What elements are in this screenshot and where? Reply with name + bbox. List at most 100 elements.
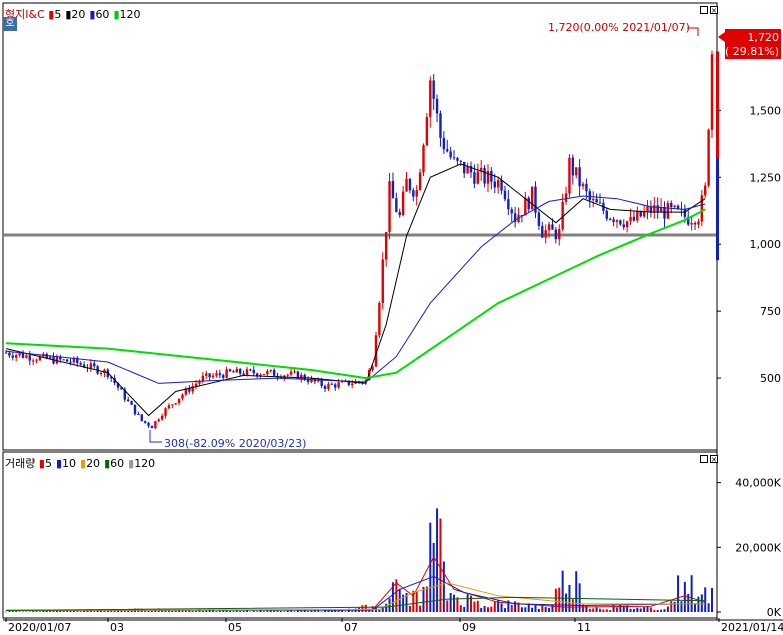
price-candle-body <box>571 157 575 176</box>
volume-bar <box>5 611 7 613</box>
x-tick-label: 07 <box>344 621 358 634</box>
volume-bar <box>578 583 581 612</box>
volume-bar <box>279 611 282 612</box>
price-candle-body <box>463 161 466 174</box>
price-candle-body <box>412 190 415 197</box>
price-candle-body <box>154 421 157 429</box>
price-candle-body <box>422 145 425 173</box>
volume-bar <box>683 581 686 612</box>
volume-bar <box>500 603 503 612</box>
price-legend-item[interactable]: ▮60 <box>89 8 109 21</box>
price-legend-item[interactable]: ▮20 <box>65 8 85 21</box>
price-candle-body <box>225 369 228 378</box>
volume-legend-item[interactable]: ▮120 <box>128 457 155 470</box>
volume-bar <box>480 608 483 612</box>
volume-bar <box>307 611 310 612</box>
volume-bar <box>195 610 198 612</box>
volume-bar <box>103 611 106 612</box>
volume-bar <box>256 611 259 612</box>
volume-bar <box>449 592 452 612</box>
price-candle-body <box>544 230 547 238</box>
price-candle-body <box>232 371 235 373</box>
volume-bar <box>663 609 666 612</box>
volume-bar <box>666 606 669 612</box>
volume-legend-item[interactable]: ▮5 <box>39 457 52 470</box>
volume-bar <box>408 605 411 612</box>
volume-legend-label: 10 <box>62 457 76 470</box>
volume-bar <box>456 597 459 612</box>
volume-bar <box>429 522 432 612</box>
volume-bar <box>510 604 513 612</box>
price-panel-minimize-button[interactable] <box>700 6 708 14</box>
price-candle-body <box>398 211 401 216</box>
price-candle-body <box>262 374 266 376</box>
price-candle-body <box>503 190 507 200</box>
price-candle-body <box>14 355 18 358</box>
price-candle-body <box>130 401 133 405</box>
volume-bar <box>643 607 646 612</box>
price-candle-body <box>133 404 137 415</box>
price-candle-body <box>28 355 31 361</box>
price-panel-close-button[interactable]: ✕ <box>710 6 718 15</box>
price-candle-body <box>547 224 551 231</box>
price-candle-body <box>446 149 449 152</box>
price-candle-body <box>289 371 293 375</box>
volume-bar <box>436 508 439 612</box>
price-candle-body <box>25 355 28 358</box>
price-candle-body <box>554 229 558 240</box>
volume-bar <box>554 588 557 612</box>
side-toggle-button[interactable]: 호 <box>3 17 17 31</box>
volume-bar <box>150 611 153 612</box>
volume-bar <box>619 604 622 612</box>
price-candle-body <box>286 374 289 376</box>
volume-bar <box>425 586 428 612</box>
volume-bar <box>232 611 235 612</box>
volume-bar <box>446 600 449 612</box>
price-candle-body <box>239 368 242 374</box>
volume-bar <box>711 587 713 612</box>
volume-legend-item[interactable]: ▮20 <box>80 457 100 470</box>
volume-panel-minimize-button[interactable] <box>700 455 708 463</box>
price-candle-body <box>442 137 446 150</box>
volume-bar <box>127 610 130 612</box>
price-candle-body <box>269 369 272 371</box>
volume-bar <box>534 604 537 612</box>
volume-bar <box>18 611 21 612</box>
volume-panel-close-button[interactable]: ✕ <box>710 455 718 464</box>
price-candle-body <box>568 157 571 194</box>
volume-bar <box>21 611 24 613</box>
price-candle-body <box>663 207 666 219</box>
volume-bar <box>558 587 561 612</box>
price-tick-label: 1,500 <box>750 104 782 117</box>
price-candle-body <box>48 356 52 359</box>
volume-legend-item[interactable]: ▮60 <box>104 457 124 470</box>
volume-bar <box>249 611 252 613</box>
price-candle-body <box>670 202 673 207</box>
volume-bar <box>615 607 618 612</box>
price-candle-body <box>673 205 676 207</box>
volume-legend-item[interactable]: ▮10 <box>56 457 76 470</box>
price-candle-body <box>693 223 697 225</box>
price-legend-item[interactable]: ▮120 <box>113 8 140 21</box>
price-candle-body <box>625 221 629 228</box>
current-range-bar-red <box>716 51 719 159</box>
volume-bar <box>503 608 506 612</box>
price-candle-body <box>541 225 544 238</box>
price-candle-body <box>629 216 632 222</box>
price-tick-label: 1,000 <box>750 238 782 251</box>
price-legend-item[interactable]: ▮5 <box>48 8 61 21</box>
price-candle-body <box>93 363 96 367</box>
price-candle-body <box>666 202 670 219</box>
price-candle-body <box>381 259 384 304</box>
volume-bar <box>341 610 344 612</box>
volume-bar <box>690 575 693 612</box>
volume-bar <box>361 605 364 612</box>
price-candle-body <box>415 190 418 197</box>
price-candle-body <box>710 54 714 130</box>
price-candle-body <box>435 98 439 114</box>
volume-bar <box>262 611 265 612</box>
volume-bar <box>79 611 82 612</box>
volume-bar <box>320 611 323 612</box>
volume-bar <box>171 610 174 612</box>
price-candle-body <box>408 179 412 191</box>
